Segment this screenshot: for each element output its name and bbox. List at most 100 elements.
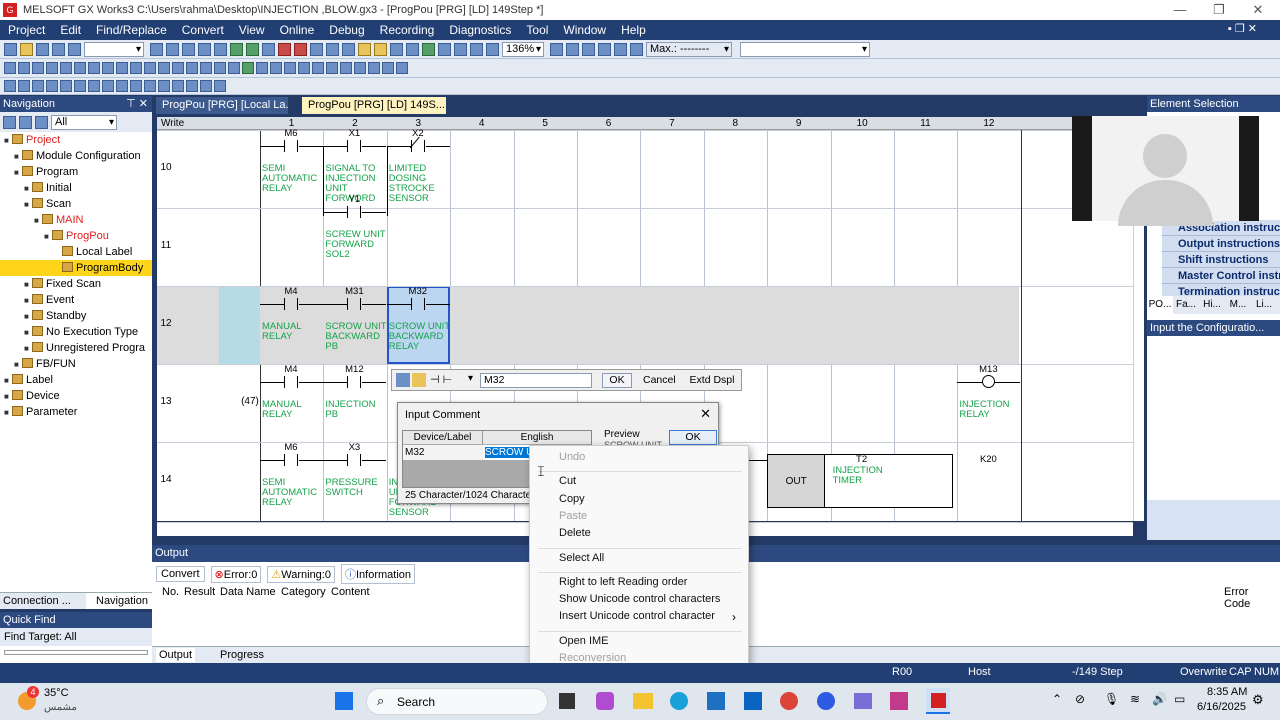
no-contact[interactable]	[347, 140, 362, 152]
context-menu-item[interactable]: Select All	[559, 552, 604, 564]
col-category[interactable]: Category	[281, 586, 326, 598]
pin-icon[interactable]: ⊤ ✕	[126, 96, 148, 112]
tree-item[interactable]: ■ Fixed Scan	[0, 276, 152, 292]
no-contact[interactable]	[284, 298, 298, 310]
context-menu-item[interactable]: Insert Unicode control character	[559, 610, 715, 622]
tree-item[interactable]: ■ Event	[0, 292, 152, 308]
cf9-icon[interactable]	[144, 80, 156, 92]
no-contact[interactable]	[410, 298, 425, 310]
app-instruction-icon[interactable]	[74, 62, 86, 74]
input-config-area[interactable]	[1147, 500, 1280, 540]
tree-item[interactable]: ■ Device	[0, 388, 152, 404]
monitor-icon[interactable]	[326, 42, 339, 56]
new-icon[interactable]	[4, 42, 17, 56]
sf10-icon[interactable]	[172, 80, 184, 92]
menu-recording[interactable]: Recording	[380, 23, 435, 37]
zoom-in-icon[interactable]	[454, 42, 467, 56]
replace-icon[interactable]	[246, 42, 259, 56]
menu-project[interactable]: Project	[8, 23, 45, 37]
battery-icon[interactable]: ▭	[1174, 692, 1185, 706]
line-draw-icon[interactable]	[214, 62, 226, 74]
extd-display-button[interactable]: Extd Dspl	[686, 373, 738, 388]
vline-icon[interactable]	[102, 62, 114, 74]
write-plc-icon[interactable]	[278, 42, 291, 56]
clock-date[interactable]: 6/16/2025	[1197, 701, 1246, 713]
context-menu-item[interactable]: Delete	[559, 527, 591, 539]
convert-icon[interactable]	[358, 42, 371, 56]
f7-icon[interactable]	[60, 80, 72, 92]
expand-icon[interactable]: ■	[4, 133, 12, 149]
gx-works-taskbar-button[interactable]	[926, 688, 950, 714]
tab-progress[interactable]: Progress	[220, 649, 264, 661]
file-explorer-icon[interactable]	[633, 693, 653, 709]
zoom-fit-icon[interactable]	[486, 42, 499, 56]
print-icon[interactable]	[52, 42, 65, 56]
expand-icon[interactable]: ■	[24, 293, 32, 309]
inline-st-icon[interactable]	[242, 62, 254, 74]
context-menu-item[interactable]: Open IME	[559, 635, 609, 647]
information-filter[interactable]: ⓘInformation	[340, 564, 416, 584]
falling-branch-icon[interactable]	[186, 62, 198, 74]
zoom-select[interactable]: 136%	[502, 41, 544, 57]
list-item[interactable]: Master Control instru	[1162, 268, 1280, 284]
expand-icon[interactable]: ■	[4, 405, 12, 421]
write-mode-icon[interactable]	[368, 62, 380, 74]
no-contact[interactable]	[347, 376, 362, 388]
instruction-browse-icon[interactable]	[396, 373, 410, 387]
find-icon[interactable]	[230, 42, 243, 56]
expand-icon[interactable]: ■	[24, 277, 32, 293]
f8-icon[interactable]	[74, 80, 86, 92]
sf8-icon[interactable]	[102, 80, 114, 92]
toolbar-combo-1[interactable]	[84, 41, 144, 57]
col-data-name[interactable]: Data Name	[220, 586, 276, 598]
media-icon[interactable]	[890, 692, 908, 710]
help-icon[interactable]	[68, 42, 81, 56]
cross-ref-icon[interactable]	[262, 42, 275, 56]
expand-icon[interactable]: ■	[14, 357, 22, 373]
wifi-icon[interactable]: ≋	[1130, 692, 1140, 706]
tree-item[interactable]: Local Label	[0, 244, 152, 260]
tab-connection[interactable]: Connection ...	[3, 595, 71, 607]
cut-icon[interactable]	[150, 42, 163, 56]
forced-icon[interactable]	[614, 42, 627, 56]
expand-icon[interactable]: ■	[4, 373, 12, 389]
device-display-icon[interactable]	[340, 62, 352, 74]
tree-item[interactable]: ■ Program	[0, 164, 152, 180]
sf5-icon[interactable]	[18, 80, 30, 92]
monitor-write-icon[interactable]	[396, 62, 408, 74]
menu-tool[interactable]: Tool	[526, 23, 548, 37]
outlook-icon[interactable]	[744, 692, 762, 710]
inline-cancel-button[interactable]: Cancel	[642, 373, 676, 388]
dialog-close-icon[interactable]: ✕	[700, 406, 711, 422]
comment-icon[interactable]	[406, 42, 419, 56]
device-batch-icon[interactable]	[390, 42, 403, 56]
cf10-icon[interactable]	[158, 80, 170, 92]
sf6-icon[interactable]	[46, 80, 58, 92]
af8-icon[interactable]	[200, 80, 212, 92]
tree-item[interactable]: ■ Module Configuration	[0, 148, 152, 164]
read-plc-icon[interactable]	[294, 42, 307, 56]
minimize-button[interactable]: —	[1160, 0, 1200, 20]
expand-icon[interactable]: ■	[14, 149, 22, 165]
tree-item[interactable]: ■ Scan	[0, 196, 152, 212]
output-coil[interactable]	[982, 375, 996, 388]
warning-filter[interactable]: ⚠Warning:0	[267, 565, 335, 583]
tab-m[interactable]: M...	[1225, 296, 1251, 314]
nav-sort-icon[interactable]	[19, 115, 32, 129]
expand-icon[interactable]: ■	[24, 341, 32, 357]
menu-convert[interactable]: Convert	[182, 23, 224, 37]
col-result[interactable]: Result	[184, 586, 215, 598]
clock-time[interactable]: 8:35 AM	[1207, 686, 1247, 698]
microphone-icon[interactable]: 🎙	[1104, 692, 1119, 706]
mdi-controls[interactable]: ▪ ❐ ✕	[1228, 22, 1257, 35]
monitor-mode-icon[interactable]	[382, 62, 394, 74]
menu-edit[interactable]: Edit	[60, 23, 81, 37]
chrome-icon[interactable]	[780, 692, 798, 710]
menu-view[interactable]: View	[239, 23, 265, 37]
tab-fa[interactable]: Fa...	[1173, 296, 1199, 314]
col-content[interactable]: Content	[331, 586, 370, 598]
maximize-button[interactable]: ❐	[1199, 0, 1239, 20]
tab-po[interactable]: PO...	[1147, 296, 1173, 314]
chevron-down-icon[interactable]: ▾	[468, 373, 473, 384]
tab-local-label[interactable]: ProgPou [PRG] [Local La...	[156, 97, 288, 114]
